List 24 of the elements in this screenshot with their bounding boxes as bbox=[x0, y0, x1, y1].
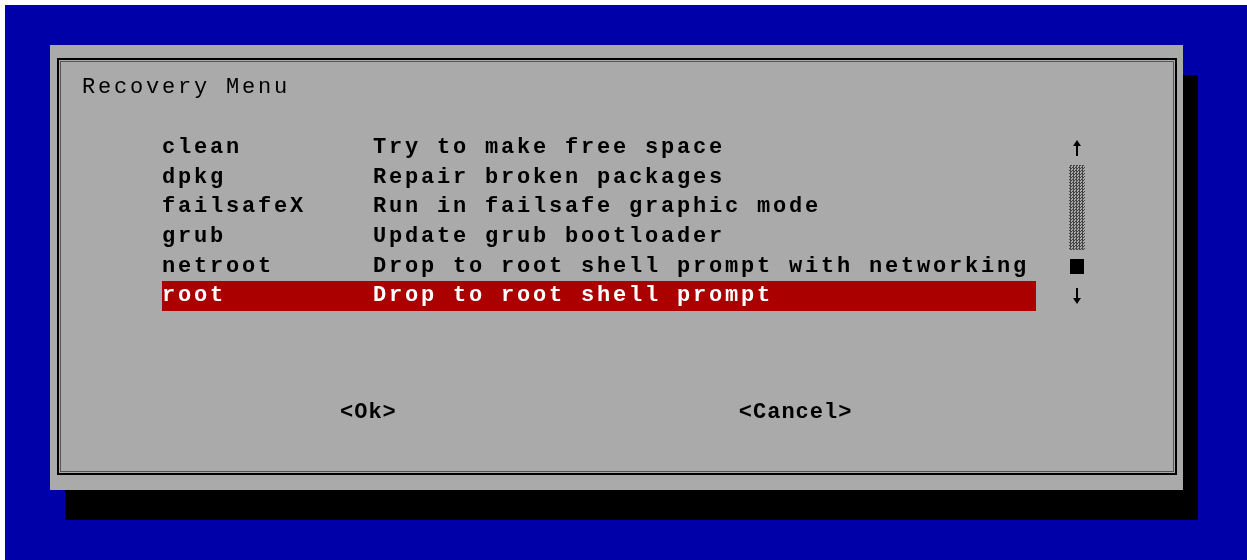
item-name: clean bbox=[162, 134, 243, 162]
scroll-down-icon[interactable] bbox=[1072, 287, 1082, 306]
cancel-button[interactable]: <Cancel> bbox=[738, 398, 853, 429]
item-description: Drop to root shell prompt bbox=[373, 282, 774, 311]
item-name: failsafeX bbox=[162, 193, 308, 222]
menu-item[interactable]: root Drop to root shell prompt bbox=[162, 281, 1036, 312]
scrollbar-thumb[interactable] bbox=[1070, 259, 1084, 275]
item-description: Drop to root shell prompt with networking bbox=[373, 252, 1030, 281]
menu-item[interactable]: dpkg Repair broken packages bbox=[162, 162, 1036, 193]
menu-item[interactable]: netroot Drop to root shell prompt with networking bbox=[162, 251, 1036, 282]
item-description: Try to make free space bbox=[373, 134, 726, 162]
item-name: root bbox=[162, 282, 227, 311]
item-name: netroot bbox=[162, 252, 275, 281]
scroll-up-icon[interactable] bbox=[1072, 138, 1082, 157]
item-description: Repair broken packages bbox=[373, 163, 726, 192]
item-name: dpkg bbox=[162, 163, 227, 192]
menu-item[interactable]: failsafeX Run in failsafe graphic mode bbox=[162, 192, 1036, 223]
menu-item[interactable]: grub Update grub bootloader bbox=[162, 222, 1036, 252]
dialog-title: Recovery Menu bbox=[82, 74, 291, 102]
menu-item[interactable]: clean Try to make free space bbox=[162, 133, 1036, 163]
item-description: Run in failsafe graphic mode bbox=[373, 193, 822, 222]
item-name: grub bbox=[162, 223, 227, 252]
ok-button[interactable]: <Ok> bbox=[340, 398, 397, 429]
item-description: Update grub bootloader bbox=[373, 223, 726, 252]
